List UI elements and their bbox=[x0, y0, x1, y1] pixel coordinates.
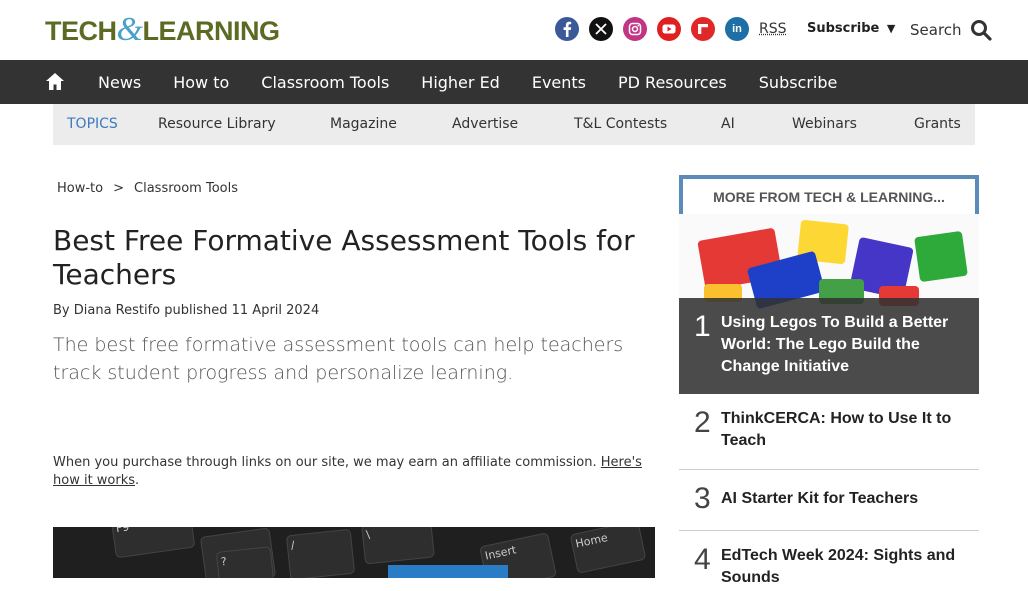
logo-text-tech: TECH bbox=[45, 16, 117, 46]
item-rank: 3 bbox=[694, 482, 711, 516]
instagram-icon[interactable] bbox=[623, 17, 647, 41]
item-title[interactable]: AI Starter Kit for Teachers bbox=[721, 488, 971, 510]
key-label: Home bbox=[574, 531, 608, 550]
x-icon[interactable] bbox=[589, 17, 613, 41]
keyboard-key: F9 bbox=[111, 527, 196, 558]
linkedin-icon[interactable]: in bbox=[725, 17, 749, 41]
topic-advertise[interactable]: Advertise bbox=[452, 116, 518, 132]
topic-tl-contests[interactable]: T&L Contests bbox=[574, 116, 667, 132]
logo-ampersand: & bbox=[117, 11, 143, 48]
nav-item-pd-resources[interactable]: PD Resources bbox=[618, 73, 727, 92]
nav-item-higher-ed[interactable]: Higher Ed bbox=[421, 73, 500, 92]
topics-bar: TOPICS Resource Library Magazine Adverti… bbox=[53, 104, 975, 145]
topic-magazine[interactable]: Magazine bbox=[330, 116, 397, 132]
site-logo[interactable]: TECH&LEARNING bbox=[45, 13, 279, 48]
search-button[interactable]: Search bbox=[910, 19, 992, 41]
topic-ai[interactable]: AI bbox=[721, 116, 735, 132]
more-from-sidebar: MORE FROM TECH & LEARNING... 1 Using Leg… bbox=[679, 175, 979, 591]
rss-link[interactable]: RSS bbox=[759, 21, 787, 37]
logo-text-learning: LEARNING bbox=[142, 16, 279, 46]
caret-down-icon: ▼ bbox=[887, 22, 895, 35]
hero-image: F9 ? / \ Insert Home bbox=[53, 527, 655, 578]
flipboard-icon[interactable] bbox=[691, 17, 715, 41]
facebook-icon[interactable] bbox=[555, 17, 579, 41]
nav-item-subscribe[interactable]: Subscribe bbox=[759, 73, 838, 92]
main-nav: News How to Classroom Tools Higher Ed Ev… bbox=[0, 60, 1028, 104]
article-byline: By Diana Restifo published 11 April 2024 bbox=[53, 303, 319, 318]
keyboard-key: \ bbox=[361, 527, 435, 565]
item-title[interactable]: Using Legos To Build a Better World: The… bbox=[721, 312, 961, 378]
item-title[interactable]: EdTech Week 2024: Sights and Sounds bbox=[721, 545, 971, 589]
keyboard-key: / bbox=[286, 529, 355, 578]
featured-overlay: 1 Using Legos To Build a Better World: T… bbox=[679, 298, 979, 394]
key-label: F9 bbox=[115, 527, 130, 535]
search-label: Search bbox=[910, 21, 962, 39]
key-label: ? bbox=[220, 555, 227, 569]
keyboard-key: ? bbox=[216, 546, 275, 578]
home-icon[interactable] bbox=[45, 72, 65, 95]
youtube-icon[interactable] bbox=[657, 17, 681, 41]
search-icon bbox=[970, 19, 992, 41]
top-header: TECH&LEARNING in RSS Subscribe ▼ Search bbox=[0, 0, 1028, 60]
nav-item-how-to[interactable]: How to bbox=[173, 73, 229, 92]
item-rank: 4 bbox=[694, 543, 711, 577]
item-rank: 2 bbox=[694, 406, 711, 440]
nav-item-events[interactable]: Events bbox=[532, 73, 586, 92]
social-links: in RSS bbox=[555, 17, 787, 41]
topic-resource-library[interactable]: Resource Library bbox=[158, 116, 276, 132]
item-title[interactable]: ThinkCERCA: How to Use It to Teach bbox=[721, 408, 971, 452]
key-label: / bbox=[290, 539, 295, 552]
breadcrumb: How-to > Classroom Tools bbox=[57, 181, 238, 196]
sidebar-item[interactable]: 3 AI Starter Kit for Teachers bbox=[679, 470, 979, 531]
subscribe-dropdown[interactable]: Subscribe ▼ bbox=[807, 21, 895, 36]
sidebar-item[interactable]: 4 EdTech Week 2024: Sights and Sounds bbox=[679, 531, 979, 591]
sidebar-heading: MORE FROM TECH & LEARNING... bbox=[679, 175, 979, 214]
affiliate-text: When you purchase through links on our s… bbox=[53, 455, 601, 470]
lego-brick bbox=[914, 231, 968, 282]
nav-item-classroom-tools[interactable]: Classroom Tools bbox=[261, 73, 389, 92]
topic-webinars[interactable]: Webinars bbox=[792, 116, 857, 132]
topics-label[interactable]: TOPICS bbox=[67, 116, 118, 132]
breadcrumb-classroom-tools[interactable]: Classroom Tools bbox=[134, 181, 238, 196]
item-rank: 1 bbox=[694, 310, 711, 344]
key-label: Insert bbox=[484, 543, 518, 562]
article-dek: The best free formative assessment tools… bbox=[53, 331, 653, 387]
nav-item-news[interactable]: News bbox=[98, 73, 141, 92]
breadcrumb-separator: > bbox=[113, 181, 124, 196]
article-title: Best Free Formative Assessment Tools for… bbox=[53, 224, 653, 292]
topic-grants[interactable]: Grants bbox=[914, 116, 961, 132]
blue-key bbox=[388, 565, 508, 578]
affiliate-disclaimer: When you purchase through links on our s… bbox=[53, 454, 653, 490]
sidebar-item-featured[interactable]: 1 Using Legos To Build a Better World: T… bbox=[679, 214, 979, 394]
keyboard-key: Home bbox=[570, 527, 647, 574]
subscribe-label: Subscribe bbox=[807, 21, 879, 36]
affiliate-end: . bbox=[135, 473, 139, 488]
nav-items: News How to Classroom Tools Higher Ed Ev… bbox=[98, 60, 869, 104]
breadcrumb-how-to[interactable]: How-to bbox=[57, 181, 103, 196]
sidebar-item[interactable]: 2 ThinkCERCA: How to Use It to Teach bbox=[679, 394, 979, 470]
key-label: \ bbox=[365, 528, 370, 541]
